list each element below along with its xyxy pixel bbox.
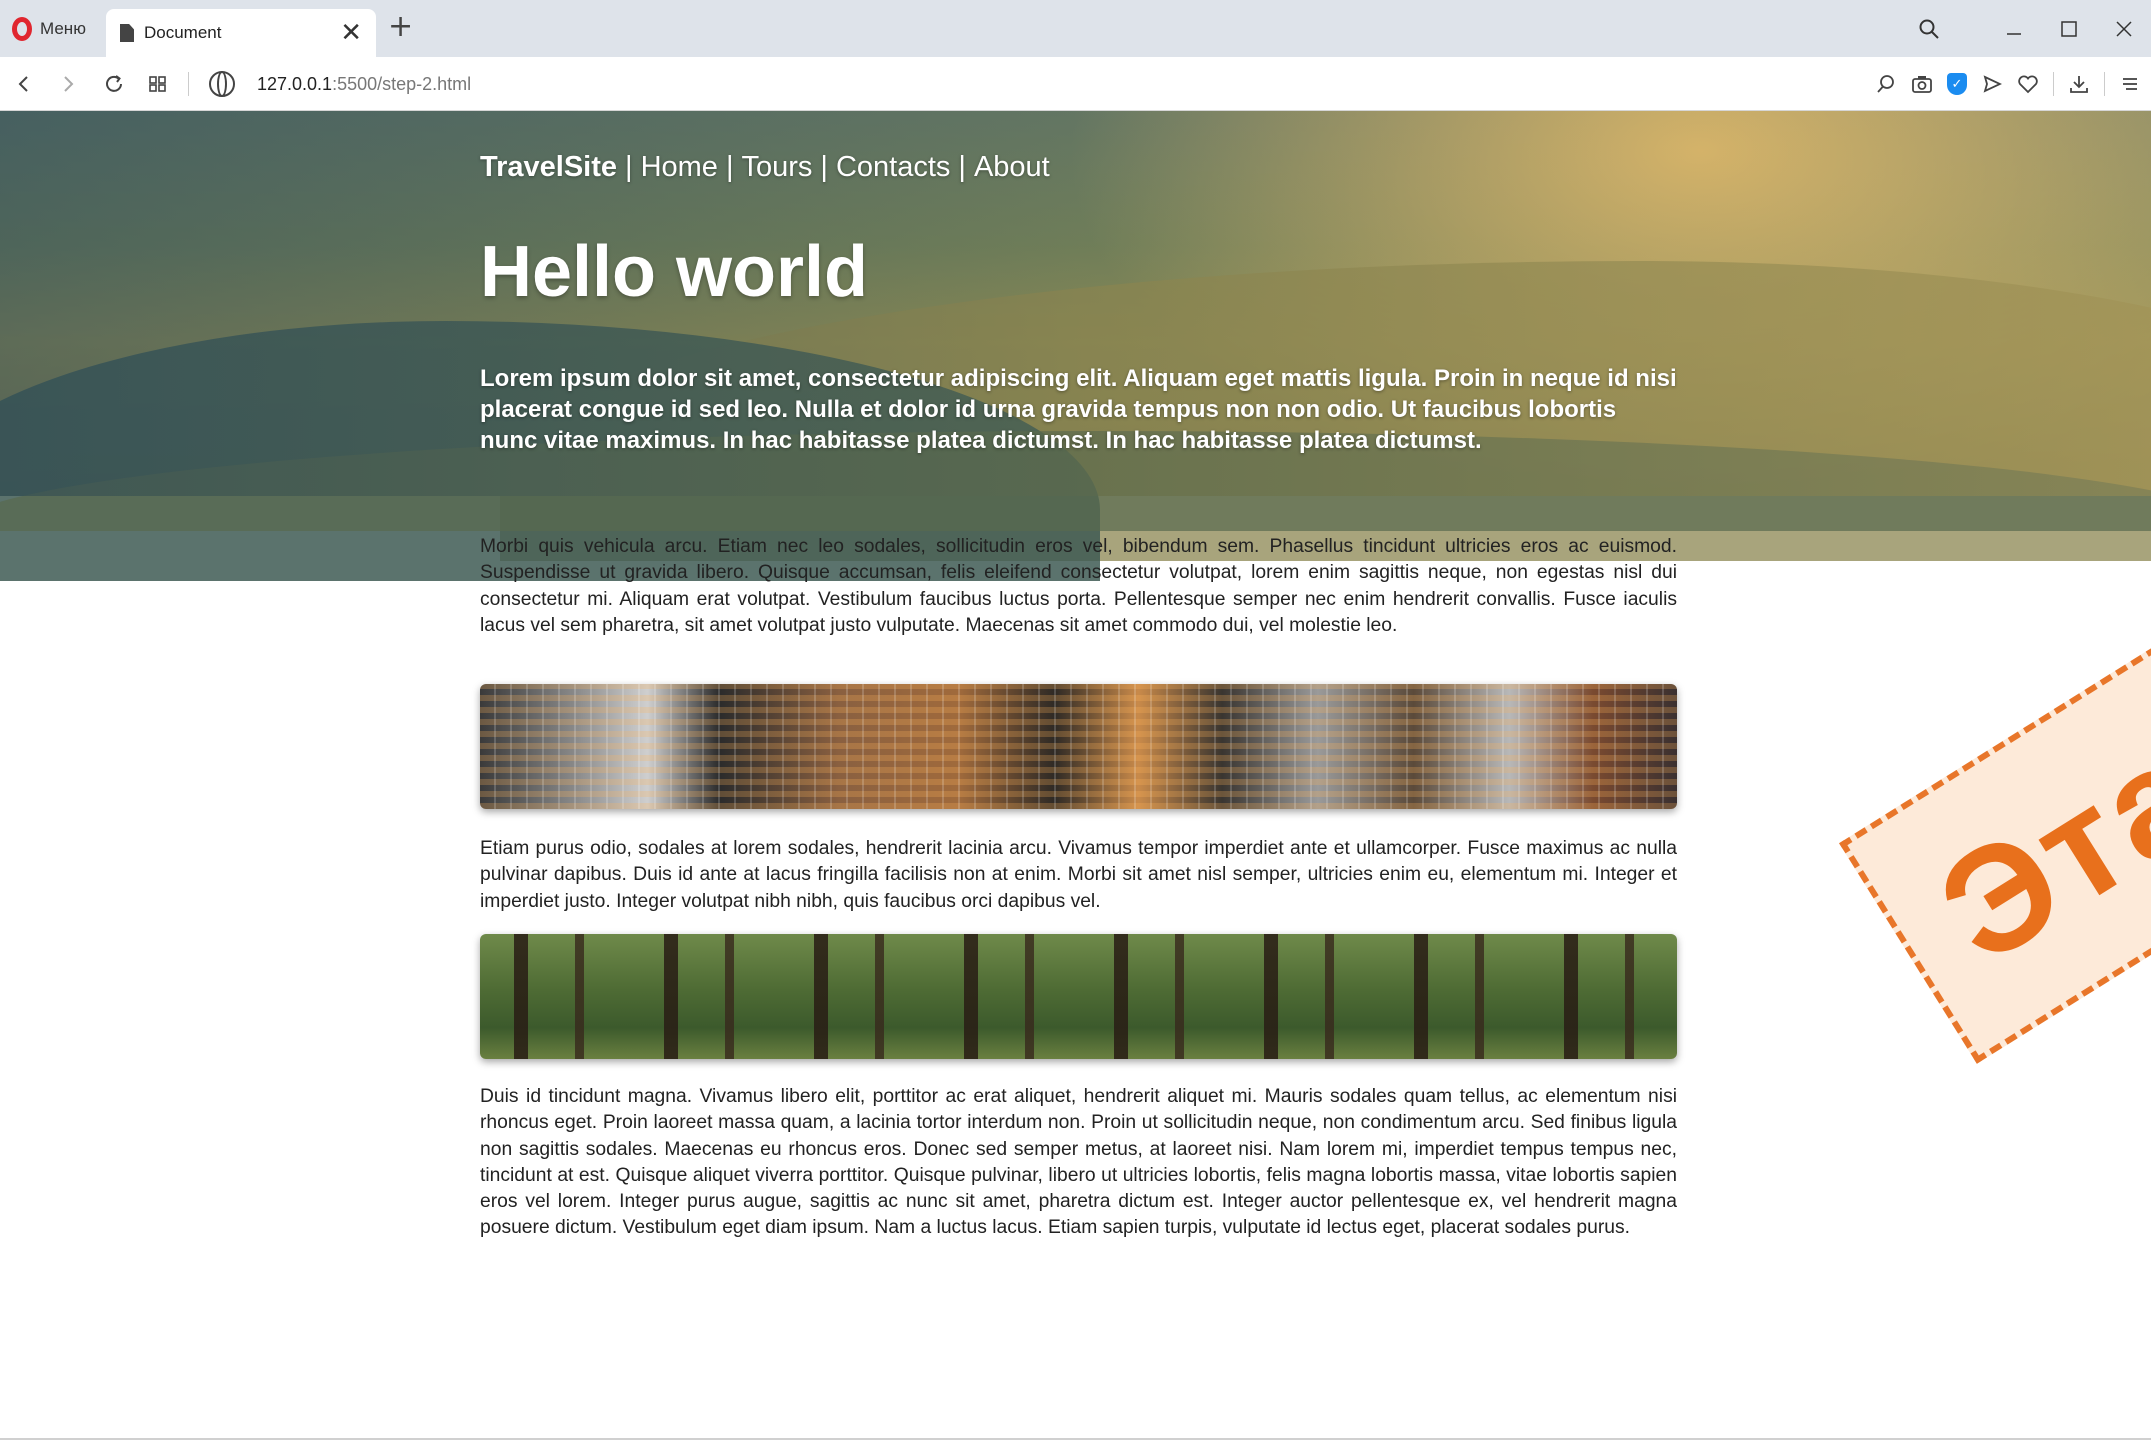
nav-separator: | xyxy=(625,151,633,183)
window-close-icon[interactable] xyxy=(2096,0,2151,57)
hero-banner: TravelSite | Home | Tours | Contacts | A… xyxy=(0,111,2151,581)
back-arrow-icon[interactable] xyxy=(6,57,42,111)
forward-arrow-icon[interactable] xyxy=(50,57,86,111)
menu-label: Меню xyxy=(40,18,86,38)
content-paragraph: Morbi quis vehicula arcu. Etiam nec leo … xyxy=(480,536,1677,636)
nav-separator: | xyxy=(725,151,734,183)
shield-icon[interactable]: ✓ xyxy=(1947,73,1967,95)
toolbar-separator xyxy=(2053,72,2054,96)
globe-icon[interactable] xyxy=(209,71,235,97)
menu-icon[interactable] xyxy=(2119,73,2141,95)
nav-link-about[interactable]: About xyxy=(974,151,1050,184)
browser-tabbar: Меню Document ✕ + xyxy=(0,0,2151,57)
content-paragraph: Duis id tincidunt magna. Vivamus libero … xyxy=(480,1086,1677,1239)
content-paragraph: Etiam purus odio, sodales at lorem sodal… xyxy=(480,838,1677,912)
browser-toolbar: ✓ xyxy=(1875,57,2141,111)
opera-menu-button[interactable]: Меню xyxy=(12,0,86,57)
search-icon[interactable] xyxy=(1901,0,1956,57)
search-icon[interactable] xyxy=(1875,73,1897,95)
nav-separator: | xyxy=(958,151,966,183)
nav-separator: | xyxy=(820,151,828,183)
document-icon xyxy=(120,24,134,42)
city-skyline-image xyxy=(480,684,1677,809)
stamp-label: Этап xyxy=(1910,655,2151,995)
site-logo-link[interactable]: TravelSite xyxy=(480,151,617,184)
plus-icon[interactable]: + xyxy=(388,12,413,42)
tab-title: Document xyxy=(144,23,222,42)
send-icon[interactable] xyxy=(1981,73,2003,95)
address-separator xyxy=(188,72,189,96)
forest-image xyxy=(480,934,1677,1059)
browser-tab[interactable]: Document ✕ xyxy=(106,9,376,57)
camera-icon[interactable] xyxy=(1911,73,1933,95)
maximize-icon[interactable] xyxy=(2041,0,2096,57)
nav-link-home[interactable]: Home xyxy=(641,151,718,184)
reload-icon[interactable] xyxy=(96,57,132,111)
url-field[interactable]: 127.0.0.1:5500/step-2.html xyxy=(257,57,471,111)
address-bar: 127.0.0.1:5500/step-2.html ✓ xyxy=(0,57,2151,111)
nav-link-contacts[interactable]: Contacts xyxy=(836,151,950,184)
page-title: Hello world xyxy=(480,232,869,312)
url-path: :5500/step-2.html xyxy=(332,73,472,94)
toolbar-separator xyxy=(2104,72,2105,96)
url-host: 127.0.0.1 xyxy=(257,73,333,94)
grid-icon[interactable] xyxy=(140,57,176,111)
close-icon[interactable]: ✕ xyxy=(340,20,362,46)
page-viewport: TravelSite | Home | Tours | Contacts | A… xyxy=(0,111,2151,1440)
minimize-icon[interactable] xyxy=(1986,0,2041,57)
nav-link-tours[interactable]: Tours xyxy=(741,151,812,184)
download-icon[interactable] xyxy=(2068,73,2090,95)
hero-lead-text: Lorem ipsum dolor sit amet, consectetur … xyxy=(480,365,1677,454)
opera-logo-icon xyxy=(12,16,32,41)
heart-icon[interactable] xyxy=(2017,73,2039,95)
window-controls xyxy=(1901,0,2151,57)
site-nav: TravelSite | Home | Tours | Contacts | A… xyxy=(480,151,1050,184)
stage-stamp: Этап xyxy=(1839,578,2151,1064)
